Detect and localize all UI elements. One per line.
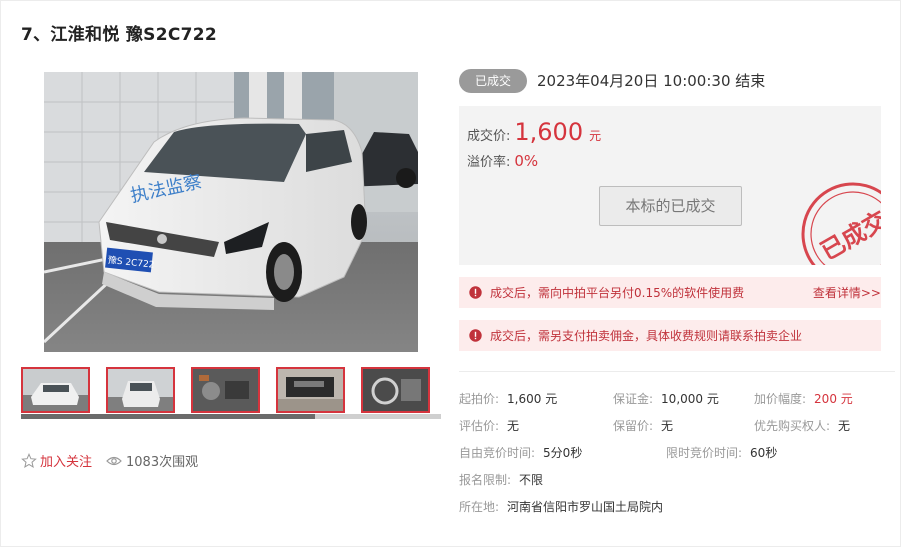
premium-rate-label: 溢价率: bbox=[467, 155, 511, 170]
auction-end-time: 2023年04月20日 10:00:30 结束 bbox=[537, 72, 766, 90]
sold-stamp: 已成交 bbox=[801, 182, 881, 265]
appraisal-price-value: 无 bbox=[507, 419, 520, 433]
follow-button[interactable]: 加入关注 bbox=[21, 451, 92, 470]
bid-increment: 加价幅度: 200 元 bbox=[754, 390, 853, 407]
appraisal-price: 评估价: 无 bbox=[459, 417, 519, 434]
warning-icon bbox=[469, 329, 482, 342]
view-count-label: 1083次围观 bbox=[126, 455, 199, 470]
signup-limit-value: 不限 bbox=[519, 473, 544, 487]
thumbnail-scrollbar-thumb[interactable] bbox=[21, 414, 315, 419]
thumbnail-interior[interactable] bbox=[361, 367, 430, 413]
free-bid-time-label: 自由竞价时间: bbox=[459, 446, 536, 460]
priority-buyer: 优先购买权人: 无 bbox=[754, 417, 850, 434]
thumbnail-scrollbar[interactable] bbox=[21, 414, 441, 419]
thumbnail-front[interactable] bbox=[21, 367, 90, 413]
deposit-value: 10,000 元 bbox=[661, 392, 719, 406]
signup-limit-label: 报名限制: bbox=[459, 473, 512, 487]
deal-price-row: 成交价: 1,600 元 bbox=[467, 118, 601, 146]
sold-stamp-text: 已成交 bbox=[816, 206, 881, 265]
start-price: 起拍价: 1,600 元 bbox=[459, 390, 557, 407]
price-panel: 成交价: 1,600 元 溢价率: 0% 本标的已成交 已成交 bbox=[459, 106, 881, 265]
sold-status-button[interactable]: 本标的已成交 bbox=[599, 186, 742, 226]
commission-notice: 成交后，需另支付拍卖佣金，具体收费规则请联系拍卖企业 bbox=[459, 320, 881, 351]
bid-increment-value: 200 元 bbox=[814, 392, 853, 406]
deal-price-unit: 元 bbox=[589, 129, 602, 143]
premium-rate-row: 溢价率: 0% bbox=[467, 151, 538, 170]
priority-buyer-value: 无 bbox=[838, 419, 851, 433]
follow-label: 加入关注 bbox=[40, 455, 93, 470]
software-fee-text: 成交后，需向中拍平台另付0.15%的软件使用费 bbox=[490, 286, 745, 300]
view-details-link[interactable]: 查看详情>> bbox=[813, 284, 881, 301]
page-title: 7、江淮和悦 豫S2C722 bbox=[21, 25, 217, 45]
limited-bid-time: 限时竞价时间: 60秒 bbox=[666, 444, 777, 461]
thumbnail-strip bbox=[21, 367, 441, 413]
thumbnail-dashboard[interactable] bbox=[276, 367, 345, 413]
commission-text: 成交后，需另支付拍卖佣金，具体收费规则请联系拍卖企业 bbox=[490, 329, 803, 343]
view-count: 1083次围观 bbox=[106, 451, 198, 470]
free-bid-time-value: 5分0秒 bbox=[543, 446, 583, 460]
deal-price-value: 1,600 bbox=[514, 118, 584, 146]
start-price-label: 起拍价: bbox=[459, 392, 500, 406]
thumbnail-engine[interactable] bbox=[191, 367, 260, 413]
eye-icon bbox=[106, 456, 122, 465]
location-label: 所在地: bbox=[459, 500, 500, 514]
limited-bid-time-value: 60秒 bbox=[750, 446, 778, 460]
reserve-price: 保留价: 无 bbox=[613, 417, 673, 434]
main-vehicle-photo[interactable]: 执法监察 豫S 2C722 bbox=[44, 72, 418, 352]
free-bid-time: 自由竞价时间: 5分0秒 bbox=[459, 444, 582, 461]
start-price-value: 1,600 元 bbox=[507, 392, 558, 406]
warning-icon bbox=[469, 286, 482, 299]
limited-bid-time-label: 限时竞价时间: bbox=[666, 446, 743, 460]
bid-increment-label: 加价幅度: bbox=[754, 392, 807, 406]
software-fee-notice: 成交后，需向中拍平台另付0.15%的软件使用费 查看详情>> bbox=[459, 277, 881, 308]
deposit: 保证金: 10,000 元 bbox=[613, 390, 719, 407]
thumbnail-rear[interactable] bbox=[106, 367, 175, 413]
location-value: 河南省信阳市罗山国土局院内 bbox=[507, 500, 664, 514]
location: 所在地: 河南省信阳市罗山国土局院内 bbox=[459, 498, 663, 515]
status-badge: 已成交 bbox=[459, 69, 527, 93]
premium-rate-value: 0% bbox=[514, 152, 539, 170]
reserve-price-value: 无 bbox=[661, 419, 674, 433]
appraisal-price-label: 评估价: bbox=[459, 419, 500, 433]
star-icon bbox=[21, 452, 37, 468]
section-divider bbox=[459, 371, 895, 372]
deposit-label: 保证金: bbox=[613, 392, 654, 406]
priority-buyer-label: 优先购买权人: bbox=[754, 419, 831, 433]
deal-price-label: 成交价: bbox=[467, 129, 511, 144]
reserve-price-label: 保留价: bbox=[613, 419, 654, 433]
signup-limit: 报名限制: 不限 bbox=[459, 471, 543, 488]
